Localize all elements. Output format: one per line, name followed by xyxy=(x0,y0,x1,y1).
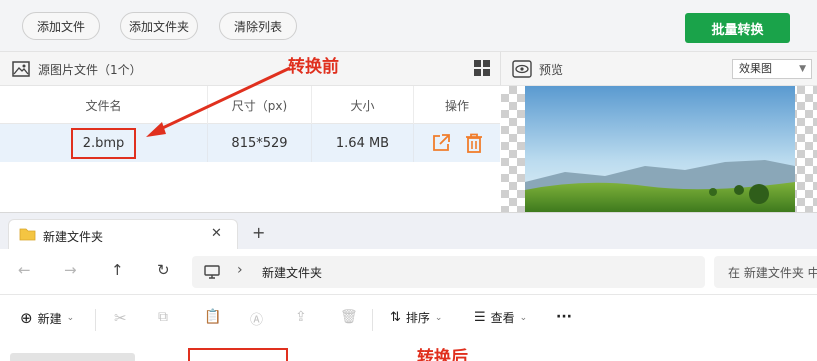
up-icon[interactable]: ↑ xyxy=(111,261,124,279)
search-input[interactable]: 在 新建文件夹 中搜索 xyxy=(714,256,817,288)
divider xyxy=(372,309,373,331)
tab-new-folder[interactable]: 新建文件夹 ✕ xyxy=(8,219,238,249)
file-explorer-window: 新建文件夹 ✕ + ← → ↑ ↻ › 新建文件夹 在 新建文件夹 中搜索 ⊕ … xyxy=(0,212,817,361)
open-external-icon[interactable] xyxy=(431,133,451,153)
column-actions: 操作 xyxy=(444,98,469,113)
forward-icon[interactable]: → xyxy=(64,261,77,279)
explorer-command-bar: ⊕ 新建 ⌄ ✂ ⧉ 📋 Ⓐ ⇪ 🗑 ⇅ 排序 ⌄ ☰ 查看 ⌄ ··· xyxy=(0,295,817,345)
sort-icon: ⇅ xyxy=(390,310,401,325)
preview-mode-value: 效果图 xyxy=(739,62,772,75)
add-folder-button[interactable]: 添加文件夹 xyxy=(120,12,198,40)
close-icon[interactable]: ✕ xyxy=(211,226,222,241)
preview-landscape-image xyxy=(525,86,795,212)
chevron-down-icon: ⌄ xyxy=(66,313,75,323)
breadcrumb-chevron-icon: › xyxy=(237,262,243,278)
plus-circle-icon: ⊕ xyxy=(20,309,33,327)
back-icon[interactable]: ← xyxy=(18,261,31,279)
tab-title: 新建文件夹 xyxy=(43,230,104,244)
explorer-nav-bar: ← → ↑ ↻ › 新建文件夹 在 新建文件夹 中搜索 xyxy=(0,249,817,295)
chevron-down-icon: ⌄ xyxy=(434,312,443,323)
top-toolbar: 添加文件 添加文件夹 清除列表 批量转换 xyxy=(0,0,817,52)
rename-icon[interactable]: Ⓐ xyxy=(250,309,263,328)
sort-button[interactable]: ⇅ 排序 ⌄ xyxy=(390,309,442,326)
address-bar[interactable]: › 新建文件夹 xyxy=(192,256,705,288)
divider xyxy=(95,309,96,331)
view-icon: ☰ xyxy=(474,310,486,325)
new-label: 新建 xyxy=(37,311,62,326)
copy-icon[interactable]: ⧉ xyxy=(158,309,168,325)
add-file-button[interactable]: 添加文件 xyxy=(22,12,100,40)
explorer-tab-bar: 新建文件夹 ✕ + xyxy=(0,213,817,249)
preview-mode-select[interactable]: 效果图 ▼ xyxy=(732,59,812,79)
paste-icon[interactable]: 📋 xyxy=(204,309,221,325)
source-panel-title: 源图片文件（1个） xyxy=(38,63,142,77)
share-icon[interactable]: ⇪ xyxy=(295,309,307,325)
preview-image-area xyxy=(501,86,817,212)
preview-panel-header: 预览 效果图 ▼ xyxy=(500,52,817,86)
new-tab-icon[interactable]: + xyxy=(252,223,265,242)
trash-icon[interactable] xyxy=(465,133,483,153)
converted-file-highlight[interactable] xyxy=(188,348,288,361)
grid-view-icon[interactable] xyxy=(474,60,490,76)
chevron-down-icon: ▼ xyxy=(799,64,806,74)
delete-icon[interactable]: 🗑 xyxy=(340,309,358,325)
refresh-icon[interactable]: ↻ xyxy=(157,261,170,279)
annotation-arrow-icon xyxy=(146,66,291,137)
clear-list-button[interactable]: 清除列表 xyxy=(219,12,297,40)
image-converter-app: 添加文件 添加文件夹 清除列表 批量转换 源图片文件（1个） 预览 效果图 ▼ … xyxy=(0,0,817,212)
cut-icon[interactable]: ✂ xyxy=(114,309,127,327)
new-button[interactable]: ⊕ 新建 ⌄ xyxy=(20,309,74,327)
annotation-after: 转换后 xyxy=(417,348,468,361)
batch-convert-button[interactable]: 批量转换 xyxy=(685,13,790,43)
actions-cell xyxy=(414,124,500,162)
size-cell: 1.64 MB xyxy=(312,124,414,162)
filename-value: 2.bmp xyxy=(70,127,137,159)
chevron-down-icon: ⌄ xyxy=(519,312,528,323)
file-list-area: 转换后 xyxy=(0,345,817,361)
breadcrumb[interactable]: 新建文件夹 xyxy=(262,264,322,281)
column-size: 大小 xyxy=(312,86,414,124)
view-button[interactable]: ☰ 查看 ⌄ xyxy=(474,309,527,326)
view-label: 查看 xyxy=(490,311,515,325)
folder-icon xyxy=(19,228,36,241)
preview-panel-title: 预览 xyxy=(539,63,564,77)
image-icon xyxy=(12,61,30,77)
eye-icon xyxy=(512,60,532,78)
monitor-icon xyxy=(204,265,220,279)
sort-label: 排序 xyxy=(405,311,430,325)
more-options-icon[interactable]: ··· xyxy=(556,309,572,325)
